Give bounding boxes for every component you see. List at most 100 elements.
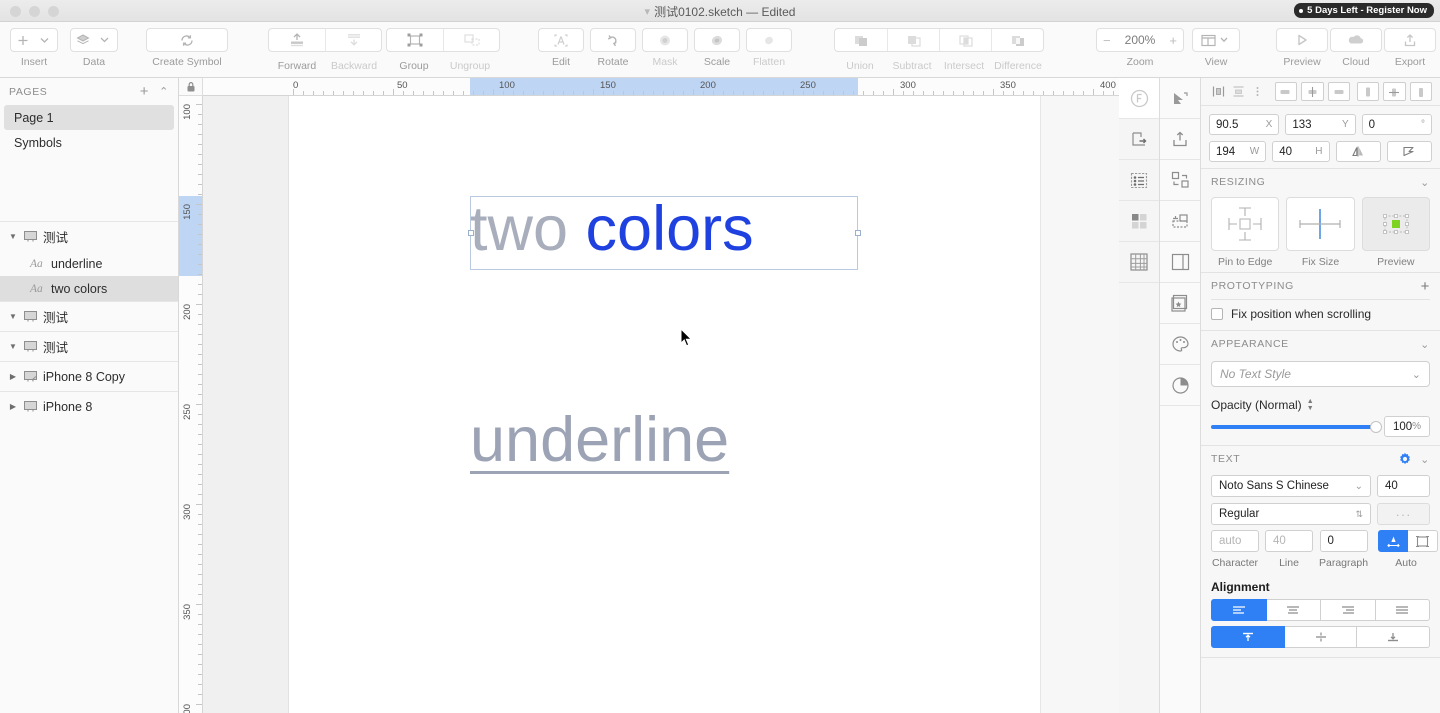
palette-icon[interactable] <box>1160 324 1200 365</box>
toolbar-data[interactable]: Data <box>70 22 118 78</box>
cursor-select-icon[interactable] <box>1160 78 1200 119</box>
layer-row-iphone-8-copy[interactable]: ▶ iPhone 8 Copy <box>0 361 178 391</box>
canvas-text-underline[interactable]: underline <box>470 409 729 472</box>
grid-squares-icon[interactable] <box>1119 201 1159 242</box>
difference-icon[interactable] <box>991 29 1043 51</box>
register-now-badge[interactable]: 5 Days Left - Register Now <box>1294 3 1434 18</box>
fix-position-checkbox[interactable] <box>1211 308 1223 320</box>
ruler-corner-lock[interactable] <box>179 78 203 96</box>
slider-knob[interactable] <box>1370 420 1382 433</box>
toolbar-zoom[interactable]: − 200% + Zoom <box>1096 22 1184 78</box>
zoom-in-button[interactable]: + <box>1169 33 1177 48</box>
text-style-select[interactable]: No Text Style ⌄ <box>1211 361 1430 387</box>
list-properties-icon[interactable] <box>1119 160 1159 201</box>
vertical-ruler[interactable]: 100 150 200 250 300 350 400 <box>179 96 203 713</box>
disclosure-triangle-down-icon[interactable]: ▼ <box>8 312 18 321</box>
canvas[interactable]: two colors underline <box>203 96 1119 713</box>
x-position-field[interactable]: 90.5 X <box>1209 114 1280 135</box>
fix-position-checkbox-row[interactable]: Fix position when scrolling <box>1201 300 1440 330</box>
mask-icon[interactable] <box>642 28 688 52</box>
gear-icon[interactable] <box>1398 452 1412 466</box>
ungroup-icon[interactable] <box>443 29 499 51</box>
chevron-down-icon[interactable]: ⌄ <box>1412 368 1421 381</box>
plus-chevron-icon[interactable] <box>10 28 58 52</box>
text-valign-bottom-icon[interactable] <box>1357 626 1431 648</box>
toolbar-view[interactable]: View <box>1192 22 1240 78</box>
distribute-vertical-icon[interactable] <box>1228 82 1247 101</box>
toolbar-insert[interactable]: Insert <box>10 22 58 78</box>
stepper-icon[interactable]: ⇅ <box>1355 509 1363 520</box>
toolbar-edit[interactable]: Edit <box>538 22 584 78</box>
zoom-stepper-icon[interactable]: − 200% + <box>1096 28 1184 52</box>
chevron-up-icon[interactable]: ⌃ <box>159 85 169 98</box>
chevron-down-icon[interactable]: ⌄ <box>1355 481 1363 492</box>
auto-resize-group[interactable]: Auto <box>1374 530 1439 569</box>
distribute-horizontal-icon[interactable] <box>1209 82 1228 101</box>
horizontal-ruler[interactable]: 0 50 100 150 200 250 300 350 400 <box>203 78 1119 96</box>
text-horizontal-alignment-group[interactable] <box>1201 599 1440 626</box>
more-vertical-icon[interactable] <box>1248 82 1267 101</box>
move-into-box-icon[interactable] <box>1160 201 1200 242</box>
bring-forward-icon[interactable] <box>269 29 325 51</box>
layers-chevron-icon[interactable] <box>70 28 118 52</box>
layer-row-artboard-2[interactable]: ▼ 测试 <box>0 301 178 331</box>
layer-row-iphone-8[interactable]: ▶ iPhone 8 <box>0 391 178 421</box>
text-valign-middle-icon[interactable] <box>1284 626 1358 648</box>
character-spacing-group[interactable]: auto Character <box>1211 530 1259 569</box>
opacity-value-field[interactable]: 100% <box>1384 416 1430 437</box>
text-vertical-alignment-group[interactable] <box>1201 626 1440 653</box>
rotate-icon[interactable] <box>590 28 636 52</box>
align-left-icon[interactable] <box>1274 82 1298 101</box>
opacity-slider[interactable] <box>1211 420 1382 433</box>
text-align-left-icon[interactable] <box>1211 599 1267 621</box>
scale-icon[interactable] <box>694 28 740 52</box>
pie-chart-icon[interactable] <box>1160 365 1200 406</box>
auto-width-icon[interactable] <box>1378 530 1409 552</box>
text-align-center-icon[interactable] <box>1266 599 1321 621</box>
chevron-down-icon[interactable]: ⌄ <box>1420 453 1430 466</box>
toolbar-mask[interactable]: Mask <box>642 22 688 78</box>
rotation-field[interactable]: 0 ° <box>1361 114 1432 135</box>
font-size-field[interactable]: 40 <box>1377 475 1430 497</box>
text-align-right-icon[interactable] <box>1321 599 1376 621</box>
alignment-toolbar[interactable] <box>1201 78 1440 106</box>
toolbar-scale[interactable]: Scale <box>694 22 740 78</box>
text-style-select-row[interactable]: No Text Style ⌄ <box>1201 357 1440 389</box>
disclosure-triangle-right-icon[interactable]: ▶ <box>8 402 18 411</box>
toolbar-cloud[interactable]: Cloud <box>1330 22 1382 78</box>
resize-option-preview[interactable]: Preview <box>1361 197 1430 268</box>
toolbar-preview[interactable]: Preview <box>1276 22 1328 78</box>
zoom-out-button[interactable]: − <box>1103 33 1111 48</box>
fix-size-icon[interactable] <box>1286 197 1355 251</box>
flip-vertical-icon[interactable] <box>1386 141 1432 162</box>
disclosure-triangle-right-icon[interactable]: ▶ <box>8 372 18 381</box>
send-backward-icon[interactable] <box>325 29 381 51</box>
layer-row-two-colors[interactable]: Aa two colors <box>0 276 178 301</box>
cloud-icon[interactable] <box>1330 28 1382 52</box>
flatten-icon[interactable] <box>746 28 792 52</box>
text-valign-top-icon[interactable] <box>1211 626 1285 648</box>
pin-to-edge-icon[interactable] <box>1211 197 1280 251</box>
paragraph-spacing-group[interactable]: 0 Paragraph <box>1319 530 1368 569</box>
disclosure-triangle-down-icon[interactable]: ▼ <box>8 342 18 351</box>
plus-icon[interactable]: + <box>140 83 149 100</box>
align-right-icon[interactable] <box>1327 82 1350 101</box>
line-height-field[interactable]: 40 <box>1265 530 1313 552</box>
align-center-horizontal-icon[interactable] <box>1301 82 1324 101</box>
flip-horizontal-icon[interactable] <box>1335 141 1381 162</box>
disclosure-triangle-down-icon[interactable]: ▼ <box>8 232 18 241</box>
layer-row-artboard-3[interactable]: ▼ 测试 <box>0 331 178 361</box>
edit-text-icon[interactable] <box>538 28 584 52</box>
group-icon[interactable] <box>387 29 443 51</box>
character-spacing-field[interactable]: auto <box>1211 530 1259 552</box>
table-grid-icon[interactable] <box>1119 242 1159 283</box>
align-middle-vertical-icon[interactable] <box>1383 82 1406 101</box>
play-icon[interactable] <box>1276 28 1328 52</box>
resize-handle-right[interactable] <box>854 230 861 236</box>
union-icon[interactable] <box>835 29 887 51</box>
layout-columns-icon[interactable] <box>1160 242 1200 283</box>
refresh-icon[interactable] <box>146 28 228 52</box>
opacity-slider-row[interactable]: 100% <box>1201 414 1440 445</box>
page-item-page-1[interactable]: Page 1 <box>4 105 174 130</box>
resize-option-pin-to-edge[interactable]: Pin to Edge <box>1211 197 1280 268</box>
